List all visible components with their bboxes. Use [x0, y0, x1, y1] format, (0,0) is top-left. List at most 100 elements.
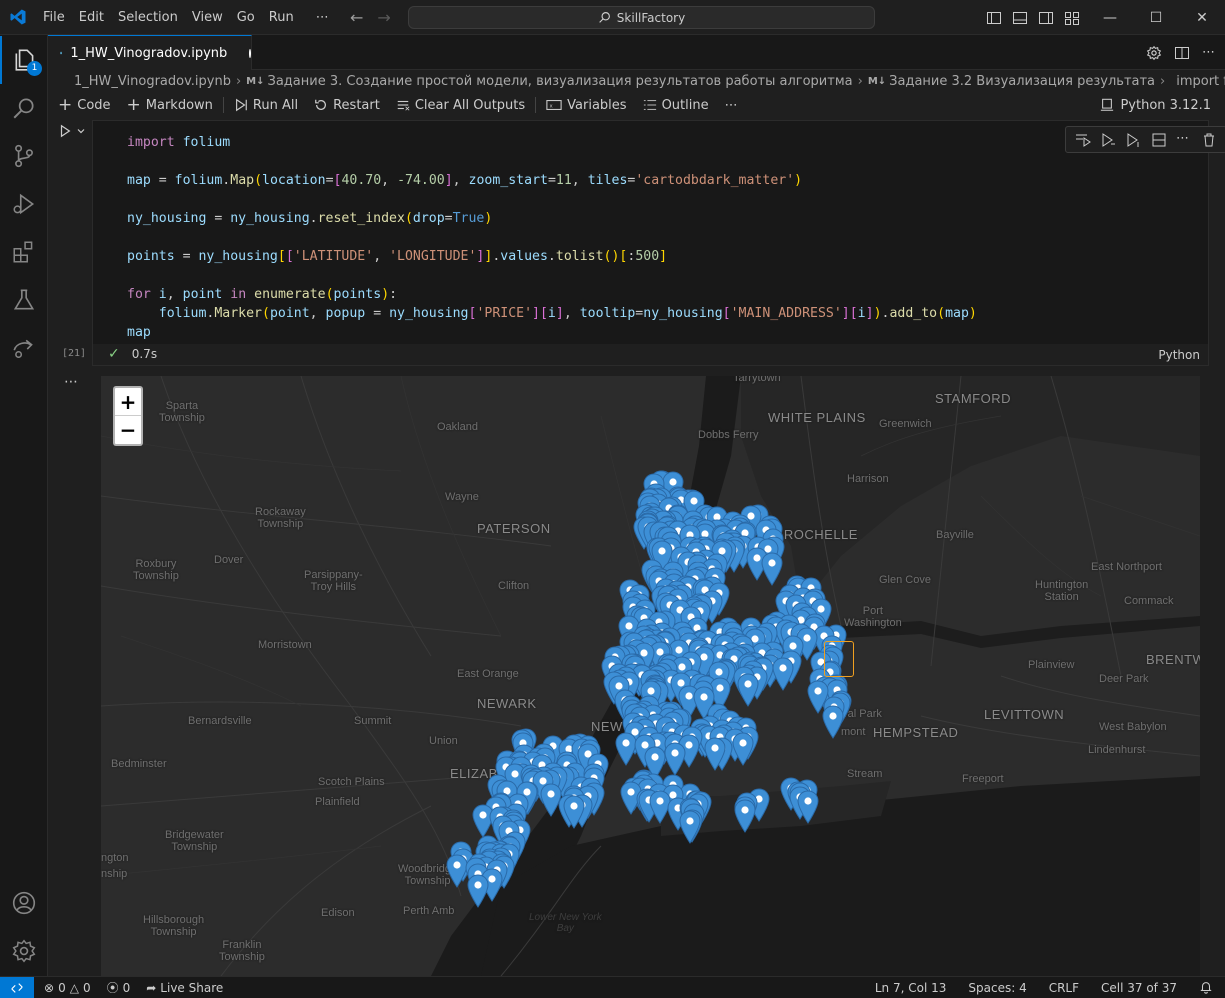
code-paren: ( [254, 173, 263, 188]
map-marker-icon[interactable] [704, 737, 726, 772]
clear-all-icon [397, 100, 410, 111]
split-cell-icon[interactable] [1151, 132, 1167, 148]
live-share-button[interactable]: ➦ Live Share [146, 981, 223, 995]
end-of-line[interactable]: CRLF [1049, 981, 1079, 995]
map-marker-icon[interactable] [679, 810, 701, 845]
testing-icon[interactable] [0, 276, 48, 324]
breadcrumb-symbol[interactable]: import folium [1176, 74, 1225, 89]
search-icon [599, 12, 610, 23]
extensions-icon[interactable] [0, 228, 48, 276]
tab-notebook[interactable]: 1_HW_Vinogradov.ipynb [48, 35, 252, 70]
menu-run[interactable]: Run [262, 0, 301, 35]
command-center-search[interactable]: SkillFactory [408, 6, 875, 29]
code-token: i [857, 306, 866, 321]
breadcrumb-file[interactable]: 1_HW_Vinogradov.ipynb [74, 74, 231, 89]
menu-file[interactable]: File [36, 0, 72, 35]
execute-above-icon[interactable] [1075, 132, 1091, 148]
close-icon[interactable]: ✕ [1179, 0, 1225, 35]
map-marker-icon[interactable] [761, 551, 783, 586]
variables-button[interactable]: x Variables [546, 98, 627, 113]
toggle-panel-icon[interactable] [1012, 10, 1028, 26]
run-debug-icon[interactable] [0, 180, 48, 228]
cell-position[interactable]: Cell 37 of 37 [1101, 981, 1177, 995]
map-marker-icon[interactable] [822, 705, 844, 740]
unsaved-dot-icon[interactable] [249, 48, 251, 58]
code-token: points [333, 287, 382, 302]
status-right: Ln 7, Col 13 Spaces: 4 CRLF Cell 37 of 3… [875, 977, 1213, 998]
code-token: map [945, 306, 969, 321]
restart-kernel-button[interactable]: Restart [314, 98, 380, 113]
search-view-icon[interactable] [0, 84, 48, 132]
source-control-icon[interactable] [0, 132, 48, 180]
code-token: reset_index [317, 211, 405, 226]
toggle-secondary-sidebar-icon[interactable] [1038, 10, 1054, 26]
map-marker-icon[interactable] [737, 673, 759, 708]
notifications-bell-icon[interactable] [1199, 980, 1213, 997]
map-marker-icon[interactable] [772, 657, 794, 691]
code-token: 11 [555, 173, 572, 188]
code-token: tolist [555, 249, 604, 264]
menu-view[interactable]: View [185, 0, 230, 35]
kernel-picker[interactable]: Python 3.12.1 [1100, 92, 1211, 118]
map-marker-icon[interactable] [563, 795, 585, 830]
code-token: zoom_start [468, 173, 548, 188]
menu-go[interactable]: Go [230, 0, 262, 35]
problems-indicator[interactable]: ⊗ 0 △ 0 [44, 981, 91, 995]
more-toolbar-button[interactable]: ⋯ [725, 98, 738, 113]
menu-selection[interactable]: Selection [111, 0, 185, 35]
explorer-icon[interactable]: 1 [0, 36, 48, 84]
outline-button[interactable]: Outline [643, 98, 709, 113]
run-all-button[interactable]: Run All [234, 98, 298, 113]
map-marker-icon[interactable] [797, 790, 819, 824]
vscode-logo-icon [0, 0, 36, 35]
map-marker-icon[interactable] [664, 742, 686, 776]
back-arrow-icon[interactable]: ← [350, 8, 363, 27]
chevron-down-icon[interactable] [76, 126, 86, 136]
clear-all-outputs-button[interactable]: Clear All Outputs [396, 98, 525, 113]
code-token: 'LATITUDE' [293, 249, 374, 264]
code-token: add_to [889, 306, 938, 321]
settings-gear-icon[interactable] [0, 927, 48, 975]
split-editor-icon[interactable] [1174, 45, 1190, 61]
remote-indicator-icon[interactable] [0, 976, 34, 998]
execution-count: [21] [62, 348, 87, 359]
output-menu-icon[interactable]: ⋯ [64, 374, 79, 390]
menu-more[interactable]: ⋯ [309, 0, 336, 35]
code-token: tooltip [579, 306, 636, 321]
accounts-icon[interactable] [0, 879, 48, 927]
folium-map[interactable]: + − Tarrytown WHITE PLAINS STAMFORD Spar… [101, 376, 1200, 976]
cell-language[interactable]: Python [1158, 348, 1200, 362]
breadcrumb-section-1[interactable]: Задание 3. Создание простой модели, визу… [268, 74, 853, 89]
activity-bar: 1 [0, 35, 48, 976]
customize-layout-icon[interactable] [1064, 10, 1080, 26]
execute-cell-icon[interactable] [58, 124, 72, 138]
map-marker-icon[interactable] [467, 874, 489, 909]
maximize-icon[interactable]: ☐ [1133, 0, 1179, 35]
add-code-cell-button[interactable]: + Code [58, 95, 111, 115]
restart-icon [315, 99, 327, 110]
remote-explorer-icon[interactable] [0, 324, 48, 372]
delete-cell-icon[interactable] [1201, 132, 1217, 148]
code-token: ny_housing [127, 211, 207, 226]
menu-edit[interactable]: Edit [72, 0, 111, 35]
code-cell-editor[interactable]: import folium map = folium.Map(location=… [93, 121, 1225, 344]
cursor-position[interactable]: Ln 7, Col 13 [875, 981, 947, 995]
ports-indicator[interactable]: ⦿ 0 [107, 979, 131, 996]
add-markdown-cell-button[interactable]: + Markdown [127, 95, 213, 115]
code-content[interactable]: import folium map = folium.Map(location=… [127, 133, 977, 342]
forward-arrow-icon[interactable]: → [377, 8, 390, 27]
markdown-icon: M↓ [867, 75, 887, 87]
map-marker-icon[interactable] [731, 732, 754, 767]
code-token: 500 [635, 249, 660, 264]
execute-cell-and-below-icon[interactable] [1125, 132, 1141, 148]
marker-layer [101, 376, 1200, 976]
breadcrumb-section-2[interactable]: Задание 3.2 Визуализация результата [889, 74, 1155, 89]
toggle-primary-sidebar-icon[interactable] [986, 10, 1002, 26]
notebook-settings-gear-icon[interactable] [1146, 45, 1162, 61]
more-actions-icon[interactable]: ⋯ [1202, 45, 1215, 60]
map-marker-icon[interactable] [734, 799, 756, 833]
more-cell-actions-icon[interactable]: ⋯ [1176, 131, 1192, 148]
minimize-icon[interactable]: — [1087, 0, 1133, 35]
execute-below-icon[interactable] [1100, 132, 1116, 148]
indentation[interactable]: Spaces: 4 [968, 981, 1026, 995]
